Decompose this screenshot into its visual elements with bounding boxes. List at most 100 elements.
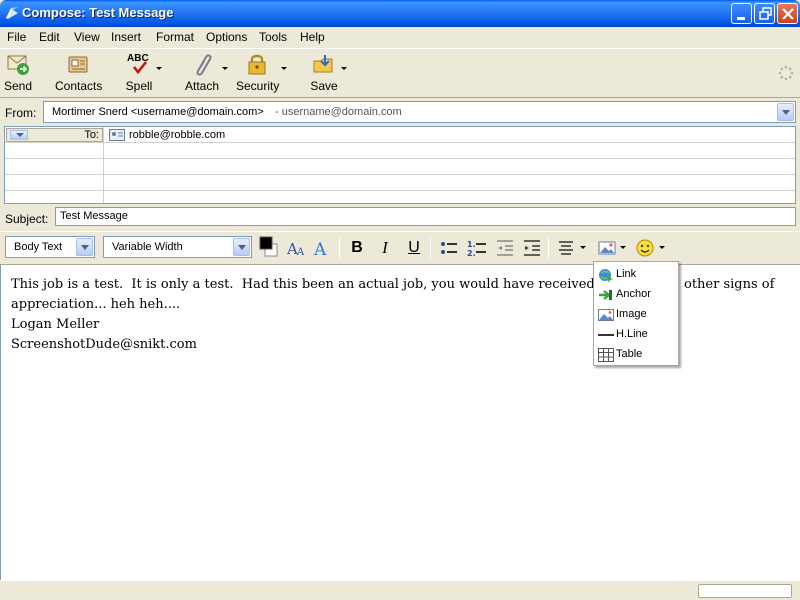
- save-dropdown-arrow[interactable]: [341, 67, 347, 70]
- insert-link-item[interactable]: Link: [594, 264, 678, 284]
- italic-button[interactable]: I: [374, 237, 396, 259]
- separator: [548, 237, 549, 259]
- minimize-button[interactable]: [731, 3, 752, 24]
- format-toolbar: Body Text Variable Width AA A B I U 1. 2.: [0, 231, 800, 262]
- recipient-row-empty[interactable]: [5, 159, 795, 175]
- text-color-icon: [259, 236, 278, 257]
- spell-icon: ABC: [124, 51, 154, 77]
- underline-button[interactable]: U: [403, 237, 425, 259]
- send-button[interactable]: Send: [3, 51, 33, 97]
- bulleted-list-button[interactable]: [438, 237, 460, 259]
- to-address-input[interactable]: robble@robble.com: [129, 129, 225, 141]
- paragraph-style-select[interactable]: Body Text: [5, 236, 95, 258]
- svg-text:1.: 1.: [467, 240, 476, 249]
- from-label: From:: [5, 106, 37, 120]
- link-icon: [599, 269, 613, 283]
- window-title: Compose: Test Message: [22, 5, 174, 20]
- separator: [430, 237, 431, 259]
- insert-table-item[interactable]: Table: [594, 344, 678, 364]
- contacts-icon: [68, 56, 88, 73]
- separator: [339, 237, 340, 259]
- recipient-row-empty[interactable]: [5, 191, 795, 203]
- table-icon: [598, 348, 614, 362]
- outdent-icon: [497, 240, 513, 256]
- larger-font-icon: A: [313, 240, 327, 260]
- insert-image-item[interactable]: Image: [594, 304, 678, 324]
- attach-button[interactable]: Attach: [184, 51, 220, 97]
- font-select[interactable]: Variable Width: [103, 236, 252, 258]
- indent-button[interactable]: [521, 237, 543, 259]
- main-toolbar: Send Contacts ABC Spell Attach Security …: [0, 48, 800, 98]
- message-body-editor[interactable]: This job is a test. It is only a test. H…: [0, 264, 800, 580]
- menu-file[interactable]: File: [7, 30, 26, 44]
- subject-input[interactable]: Test Message: [55, 207, 796, 226]
- restore-button[interactable]: [754, 3, 775, 24]
- insert-hline-item[interactable]: H.Line: [594, 324, 678, 344]
- menu-bar: File Edit View Insert Format Options Too…: [0, 27, 800, 48]
- menu-options[interactable]: Options: [206, 30, 247, 44]
- text-color-button[interactable]: [257, 235, 279, 257]
- align-icon: [559, 241, 573, 255]
- contacts-label: Contacts: [55, 79, 103, 93]
- alignment-dropdown-arrow[interactable]: [580, 246, 586, 249]
- anchor-icon: [599, 290, 612, 300]
- outdent-button[interactable]: [494, 237, 516, 259]
- recipient-type-select[interactable]: To:: [6, 128, 103, 142]
- chevron-down-icon[interactable]: [233, 238, 250, 256]
- body-line-tail: other signs of: [684, 277, 775, 292]
- recipients-list: To: robble@robble.com: [4, 126, 796, 204]
- decrease-font-size-button[interactable]: AA: [284, 237, 306, 259]
- lock-icon: [248, 54, 266, 75]
- save-label: Save: [310, 79, 338, 93]
- recipient-row-empty[interactable]: [5, 143, 795, 159]
- security-dropdown-arrow[interactable]: [281, 67, 287, 70]
- from-value: Mortimer Snerd <username@domain.com>: [52, 106, 264, 118]
- attach-dropdown-arrow[interactable]: [222, 67, 228, 70]
- numbered-list-icon: 1.2.: [467, 240, 486, 258]
- security-label: Security: [236, 79, 280, 93]
- attach-label: Attach: [184, 79, 220, 93]
- title-bar[interactable]: Compose: Test Message: [0, 0, 800, 27]
- menu-insert[interactable]: Insert: [111, 30, 141, 44]
- menu-edit[interactable]: Edit: [39, 30, 60, 44]
- insert-object-button[interactable]: [596, 237, 618, 259]
- smiley-button[interactable]: [634, 237, 656, 259]
- alignment-button[interactable]: [555, 237, 577, 259]
- contact-card-icon: [109, 129, 125, 141]
- spell-button[interactable]: ABC Spell: [124, 51, 154, 97]
- contacts-button[interactable]: Contacts: [55, 51, 103, 97]
- compose-window: Compose: Test Message File Edit View Ins…: [0, 0, 800, 600]
- spell-dropdown-arrow[interactable]: [156, 67, 162, 70]
- status-bar: [0, 580, 800, 600]
- hline-icon: [598, 334, 614, 336]
- send-icon: [7, 55, 29, 75]
- menu-view[interactable]: View: [74, 30, 100, 44]
- to-label: To:: [84, 129, 99, 141]
- menu-format[interactable]: Format: [156, 30, 194, 44]
- chevron-down-icon[interactable]: [10, 130, 28, 140]
- numbered-list-button[interactable]: 1. 2.: [466, 237, 488, 259]
- recipient-row[interactable]: To: robble@robble.com: [5, 127, 795, 143]
- svg-text:2.: 2.: [467, 249, 476, 258]
- svg-text:A: A: [313, 240, 327, 259]
- smiley-dropdown-arrow[interactable]: [659, 246, 665, 249]
- from-account: - username@domain.com: [275, 106, 402, 118]
- spell-label: Spell: [125, 79, 153, 93]
- chevron-down-icon[interactable]: [76, 238, 93, 256]
- menu-tools[interactable]: Tools: [259, 30, 287, 44]
- from-select[interactable]: Mortimer Snerd <username@domain.com> - u…: [43, 101, 796, 123]
- increase-font-size-button[interactable]: A: [312, 237, 334, 260]
- close-button[interactable]: [777, 3, 798, 24]
- menu-help[interactable]: Help: [300, 30, 325, 44]
- chevron-down-icon[interactable]: [777, 103, 794, 121]
- insert-image-icon: [598, 241, 616, 255]
- save-button[interactable]: Save: [309, 51, 339, 97]
- security-button[interactable]: Security: [236, 51, 280, 97]
- recipient-row-empty[interactable]: [5, 175, 795, 191]
- save-icon: [313, 55, 333, 73]
- insert-dropdown-arrow[interactable]: [620, 246, 626, 249]
- insert-menu-popup: Link Anchor Image H.Line Table: [593, 261, 679, 366]
- bold-button[interactable]: B: [346, 237, 368, 259]
- insert-anchor-item[interactable]: Anchor: [594, 284, 678, 304]
- image-icon: [598, 309, 614, 321]
